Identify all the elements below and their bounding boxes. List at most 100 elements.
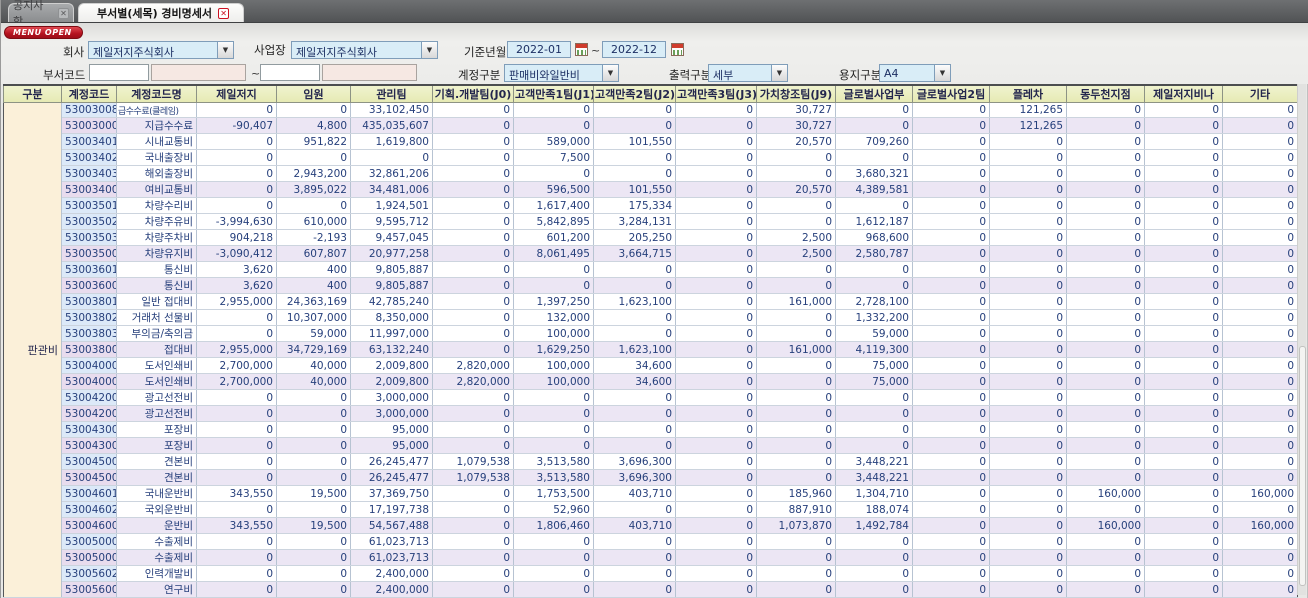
- table-row[interactable]: 53003501 차량수리비 0 0 1,924,501 0 1,617,400 175,33…: [4, 197, 1298, 214]
- column-header: 계정코드명: [116, 84, 197, 103]
- table-row[interactable]: 53003601 통신비 3,620 400 9,805,887 0 0 0 0 0 0 0 0 0 0 0: [4, 261, 1298, 278]
- amount-cell: 0: [276, 469, 351, 486]
- amount-cell: 0: [1144, 469, 1223, 486]
- table-row[interactable]: 53003802 거래처 선물비 0 10,307,000 8,350,000 0 132,…: [4, 309, 1298, 326]
- table-row[interactable]: 53004500 견본비 0 0 26,245,477 1,079,538 3,513,58…: [4, 469, 1298, 486]
- amount-cell: 0: [196, 102, 277, 118]
- table-row[interactable]: 53004200 광고선전비 0 0 3,000,000 0 0 0 0 0 0 0 0 0 0 0: [4, 389, 1298, 406]
- table-row[interactable]: 53003000 지급수수료 -90,407 4,800 435,035,607 0 0 0 0…: [4, 117, 1298, 134]
- amount-cell: 34,729,169: [276, 341, 351, 358]
- dept-name-from-field[interactable]: [151, 64, 246, 81]
- amount-cell: 0: [1144, 245, 1223, 262]
- base-month-from-input[interactable]: [507, 41, 571, 58]
- amount-cell: 0: [756, 357, 836, 374]
- table-row[interactable]: 53003801 일반 접대비 2,955,000 24,363,169 42,785,…: [4, 293, 1298, 310]
- tab-expense-report[interactable]: 부서별(세목) 경비명세서 ✕: [78, 3, 244, 22]
- amount-cell: 2,400,000: [350, 581, 433, 598]
- table-row[interactable]: 53004601 국내운반비 343,550 19,500 37,369,750 0 1,7…: [4, 485, 1298, 502]
- table-row[interactable]: 53005600 연구비 0 0 2,400,000 0 0 0 0 0 0 0 0 0 0 0: [4, 581, 1298, 598]
- amount-cell: 0: [675, 117, 757, 134]
- company-label: 회사: [63, 45, 85, 59]
- table-row[interactable]: 53004000 도서인쇄비 2,700,000 40,000 2,009,800 2,8…: [4, 357, 1298, 374]
- table-row[interactable]: 53003502 차량주유비 -3,994,630 610,000 9,595,712 0…: [4, 213, 1298, 230]
- table-row[interactable]: 53005602 인력개발비 0 0 2,400,000 0 0 0 0 0 0 0 0 0 0 0: [4, 565, 1298, 582]
- paper-type-select[interactable]: A4 ▼: [879, 64, 951, 82]
- table-row[interactable]: 53004500 견본비 0 0 26,245,477 1,079,538 3,513,58…: [4, 453, 1298, 470]
- amount-cell: 101,550: [593, 181, 676, 198]
- amount-cell: 0: [513, 405, 594, 422]
- amount-cell: 0: [1144, 341, 1223, 358]
- amount-cell: 0: [1144, 501, 1223, 518]
- output-type-select[interactable]: 세부 ▼: [708, 64, 788, 82]
- amount-cell: 160,000: [1222, 485, 1298, 502]
- table-row[interactable]: 53004000 도서인쇄비 2,700,000 40,000 2,009,800 2,8…: [4, 373, 1298, 390]
- amount-cell: 188,074: [835, 501, 913, 518]
- dept-code-from-input[interactable]: [89, 64, 149, 81]
- account-code-cell: 53005602: [61, 565, 117, 582]
- amount-cell: 0: [1222, 549, 1298, 566]
- table-row[interactable]: 53003803 부의금/축의금 0 59,000 11,997,000 0 100,000…: [4, 325, 1298, 342]
- amount-cell: 0: [432, 341, 514, 358]
- table-row[interactable]: 53004200 광고선전비 0 0 3,000,000 0 0 0 0 0 0 0 0 0 0 0: [4, 405, 1298, 422]
- amount-cell: 0: [989, 517, 1067, 534]
- account-name-cell: 수출제비: [116, 549, 197, 566]
- amount-cell: 0: [835, 405, 913, 422]
- amount-cell: 0: [593, 501, 676, 518]
- amount-cell: 9,595,712: [350, 213, 433, 230]
- tab-notice[interactable]: 공지사항 ✕: [8, 0, 74, 28]
- amount-cell: 0: [432, 102, 514, 118]
- amount-cell: 0: [1222, 565, 1298, 582]
- base-month-to-input[interactable]: [602, 41, 666, 58]
- amount-cell: 0: [1066, 469, 1145, 486]
- amount-cell: 59,000: [835, 325, 913, 342]
- amount-cell: 601,200: [513, 229, 594, 246]
- table-row[interactable]: 53003402 국내출장비 0 0 0 0 7,500 0 0 0 0 0 0 0 0 0: [4, 149, 1298, 166]
- amount-cell: 0: [835, 565, 913, 582]
- table-row[interactable]: 53004300 포장비 0 0 95,000 0 0 0 0 0 0 0 0 0 0 0: [4, 437, 1298, 454]
- calendar-icon[interactable]: [575, 43, 588, 56]
- amount-cell: 0: [593, 549, 676, 566]
- amount-cell: 1,623,100: [593, 341, 676, 358]
- table-row[interactable]: 53003800 접대비 2,955,000 34,729,169 63,132,240…: [4, 341, 1298, 358]
- amount-cell: 0: [756, 309, 836, 326]
- table-row[interactable]: 53004300 포장비 0 0 95,000 0 0 0 0 0 0 0 0 0 0 0: [4, 421, 1298, 438]
- amount-cell: 0: [593, 581, 676, 598]
- dept-code-to-input[interactable]: [260, 64, 320, 81]
- amount-cell: 33,102,450: [350, 102, 433, 118]
- tab-notice-close-icon[interactable]: ✕: [58, 7, 69, 19]
- amount-cell: 0: [1222, 181, 1298, 198]
- vertical-scrollbar-thumb[interactable]: [1299, 346, 1306, 586]
- workplace-select[interactable]: 제일저지주식회사 ▼: [291, 41, 438, 59]
- table-row[interactable]: 53003600 통신비 3,620 400 9,805,887 0 0 0 0 0 0 0 0 0 0 0: [4, 277, 1298, 294]
- table-row[interactable]: 53003401 시내교통비 0 951,822 1,619,800 0 589,000 10…: [4, 133, 1298, 150]
- amount-cell: 0: [593, 421, 676, 438]
- amount-cell: 9,805,887: [350, 261, 433, 278]
- dept-name-to-field[interactable]: [322, 64, 417, 81]
- tab-expense-report-close-icon[interactable]: ✕: [218, 7, 230, 19]
- amount-cell: 0: [432, 117, 514, 134]
- table-row[interactable]: 53005000 수출제비 0 0 61,023,713 0 0 0 0 0 0 0 0 0 0 0: [4, 533, 1298, 550]
- table-row[interactable]: 53004600 운반비 343,550 19,500 54,567,488 0 1,806…: [4, 517, 1298, 534]
- account-type-select[interactable]: 판매비와일반비 ▼: [504, 64, 619, 82]
- table-row[interactable]: 53003503 차량주차비 904,218 -2,193 9,457,045 0 601,…: [4, 229, 1298, 246]
- table-row[interactable]: 판관비 53003008 급수수료(클레임) 0 0 33,102,450 0 0 0 0 30,7…: [3, 102, 1298, 598]
- table-row[interactable]: 53003400 여비교통비 0 3,895,022 34,481,006 0 596,50…: [4, 181, 1298, 198]
- calendar-icon[interactable]: [671, 43, 684, 56]
- amount-cell: 3,448,221: [835, 469, 913, 486]
- table-row[interactable]: 53003500 차량유지비 -3,090,412 607,807 20,977,258…: [4, 245, 1298, 262]
- amount-cell: 1,612,187: [835, 213, 913, 230]
- company-select[interactable]: 제일저지주식회사 ▼: [88, 41, 234, 59]
- vertical-scrollbar[interactable]: [1297, 84, 1306, 595]
- amount-cell: 0: [675, 501, 757, 518]
- amount-cell: 0: [1066, 165, 1145, 182]
- table-row[interactable]: 53005000 수출제비 0 0 61,023,713 0 0 0 0 0 0 0 0 0 0 0: [4, 549, 1298, 566]
- table-row[interactable]: 53003403 해외출장비 0 2,943,200 32,861,206 0 0 0 0 0 3,…: [4, 165, 1298, 182]
- account-code-cell: 53004300: [61, 421, 117, 438]
- amount-cell: 0: [1066, 181, 1145, 198]
- amount-cell: 0: [756, 389, 836, 406]
- menu-open-button[interactable]: MENU OPEN: [4, 26, 83, 39]
- amount-cell: 0: [912, 421, 990, 438]
- amount-cell: 0: [1144, 229, 1223, 246]
- amount-cell: 3,000,000: [350, 405, 433, 422]
- table-row[interactable]: 53004602 국외운반비 0 0 17,197,738 0 52,960 0 0 887,91…: [4, 501, 1298, 518]
